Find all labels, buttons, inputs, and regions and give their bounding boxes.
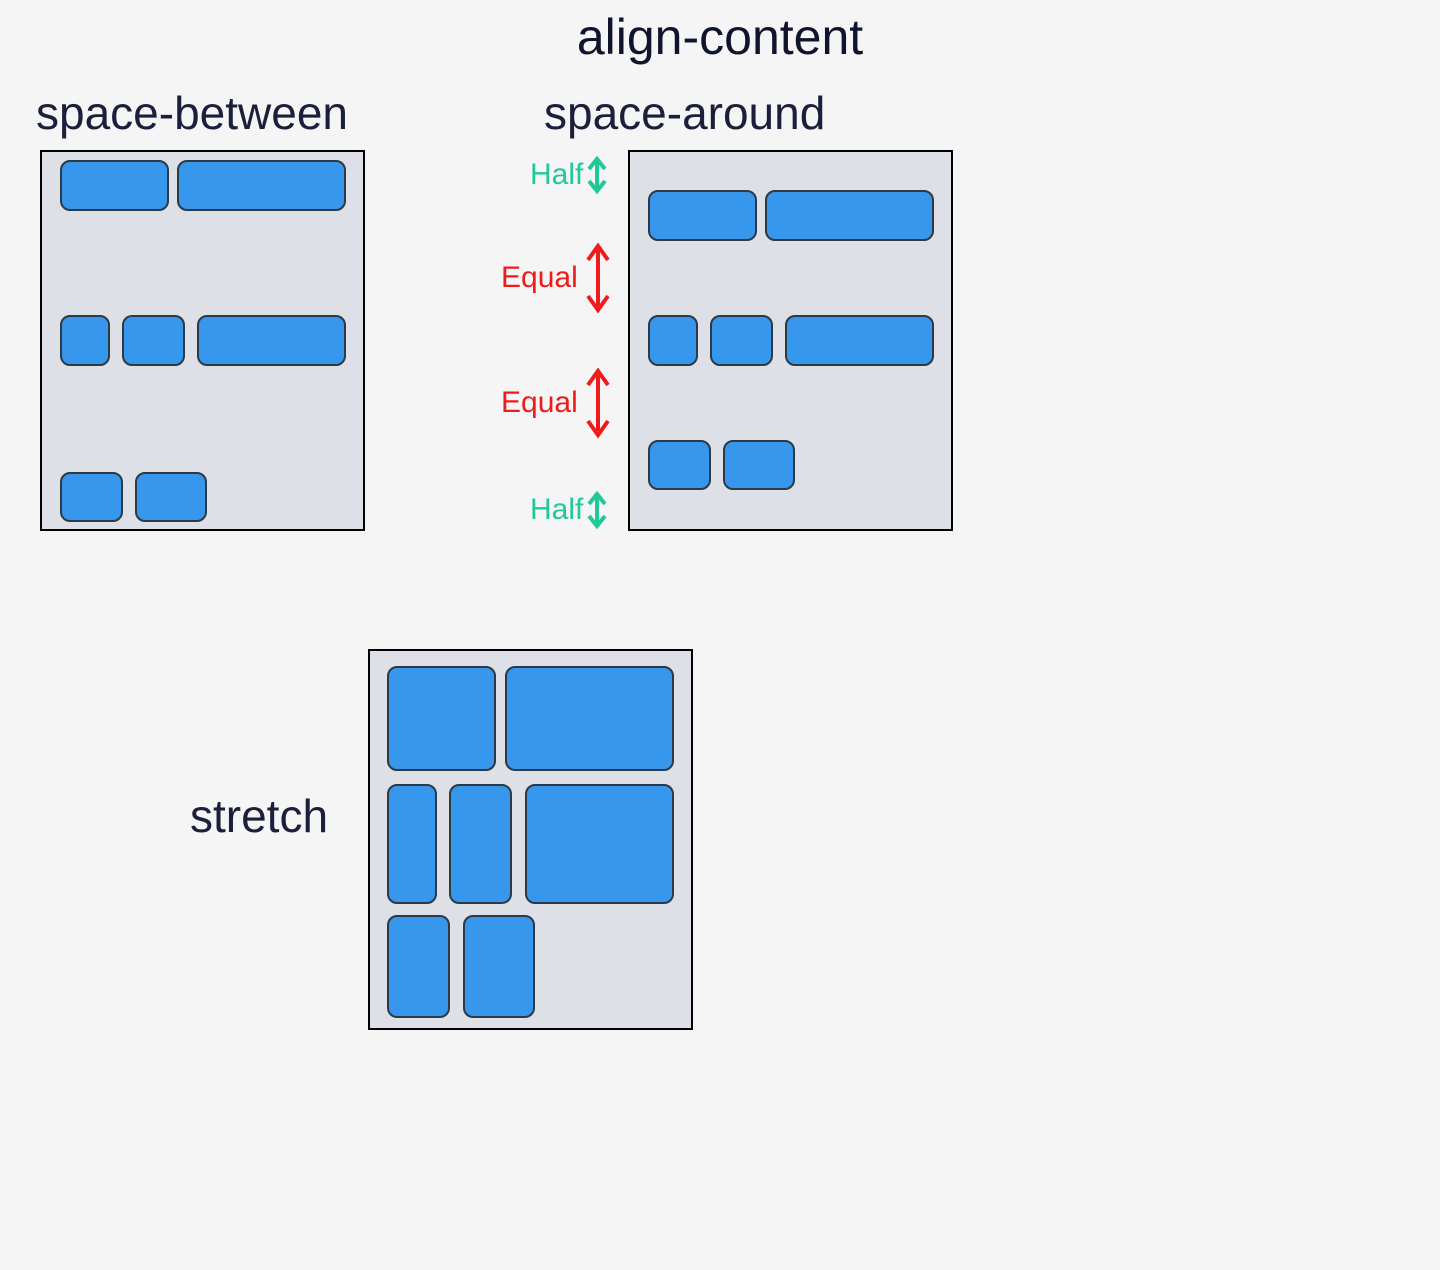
flex-item — [648, 440, 711, 490]
align-content-diagram: align-content space-between space-around… — [0, 0, 1440, 1270]
flex-item — [177, 160, 346, 211]
flex-item — [525, 784, 674, 904]
flex-item — [505, 666, 674, 771]
annotation-equal-1: Equal — [501, 242, 614, 314]
flex-item — [122, 315, 185, 366]
flex-item — [463, 915, 535, 1018]
label-stretch: stretch — [190, 789, 328, 843]
container-space-around — [628, 150, 953, 531]
flex-item — [60, 160, 169, 211]
flex-item — [710, 315, 773, 366]
container-stretch — [368, 649, 693, 1030]
annotation-label: Half — [530, 158, 583, 192]
annotation-equal-2: Equal — [501, 367, 614, 439]
double-arrow-icon — [583, 490, 611, 530]
double-arrow-icon — [583, 155, 611, 195]
flex-item — [785, 315, 934, 366]
annotation-half-bottom: Half — [530, 490, 611, 530]
annotation-label: Equal — [501, 261, 578, 295]
flex-item — [387, 666, 496, 771]
label-space-around: space-around — [544, 86, 825, 140]
flex-item — [197, 315, 346, 366]
flex-item — [135, 472, 207, 522]
annotation-label: Half — [530, 493, 583, 527]
flex-item — [648, 315, 698, 366]
flex-item — [723, 440, 795, 490]
flex-item — [387, 784, 437, 904]
flex-item — [387, 915, 450, 1018]
label-space-between: space-between — [36, 86, 348, 140]
container-space-between — [40, 150, 365, 531]
flex-item — [449, 784, 512, 904]
double-arrow-icon — [582, 367, 614, 439]
page-title: align-content — [0, 8, 1440, 66]
annotation-label: Equal — [501, 386, 578, 420]
flex-item — [60, 472, 123, 522]
flex-item — [60, 315, 110, 366]
annotation-half-top: Half — [530, 155, 611, 195]
flex-item — [765, 190, 934, 241]
double-arrow-icon — [582, 242, 614, 314]
flex-item — [648, 190, 757, 241]
